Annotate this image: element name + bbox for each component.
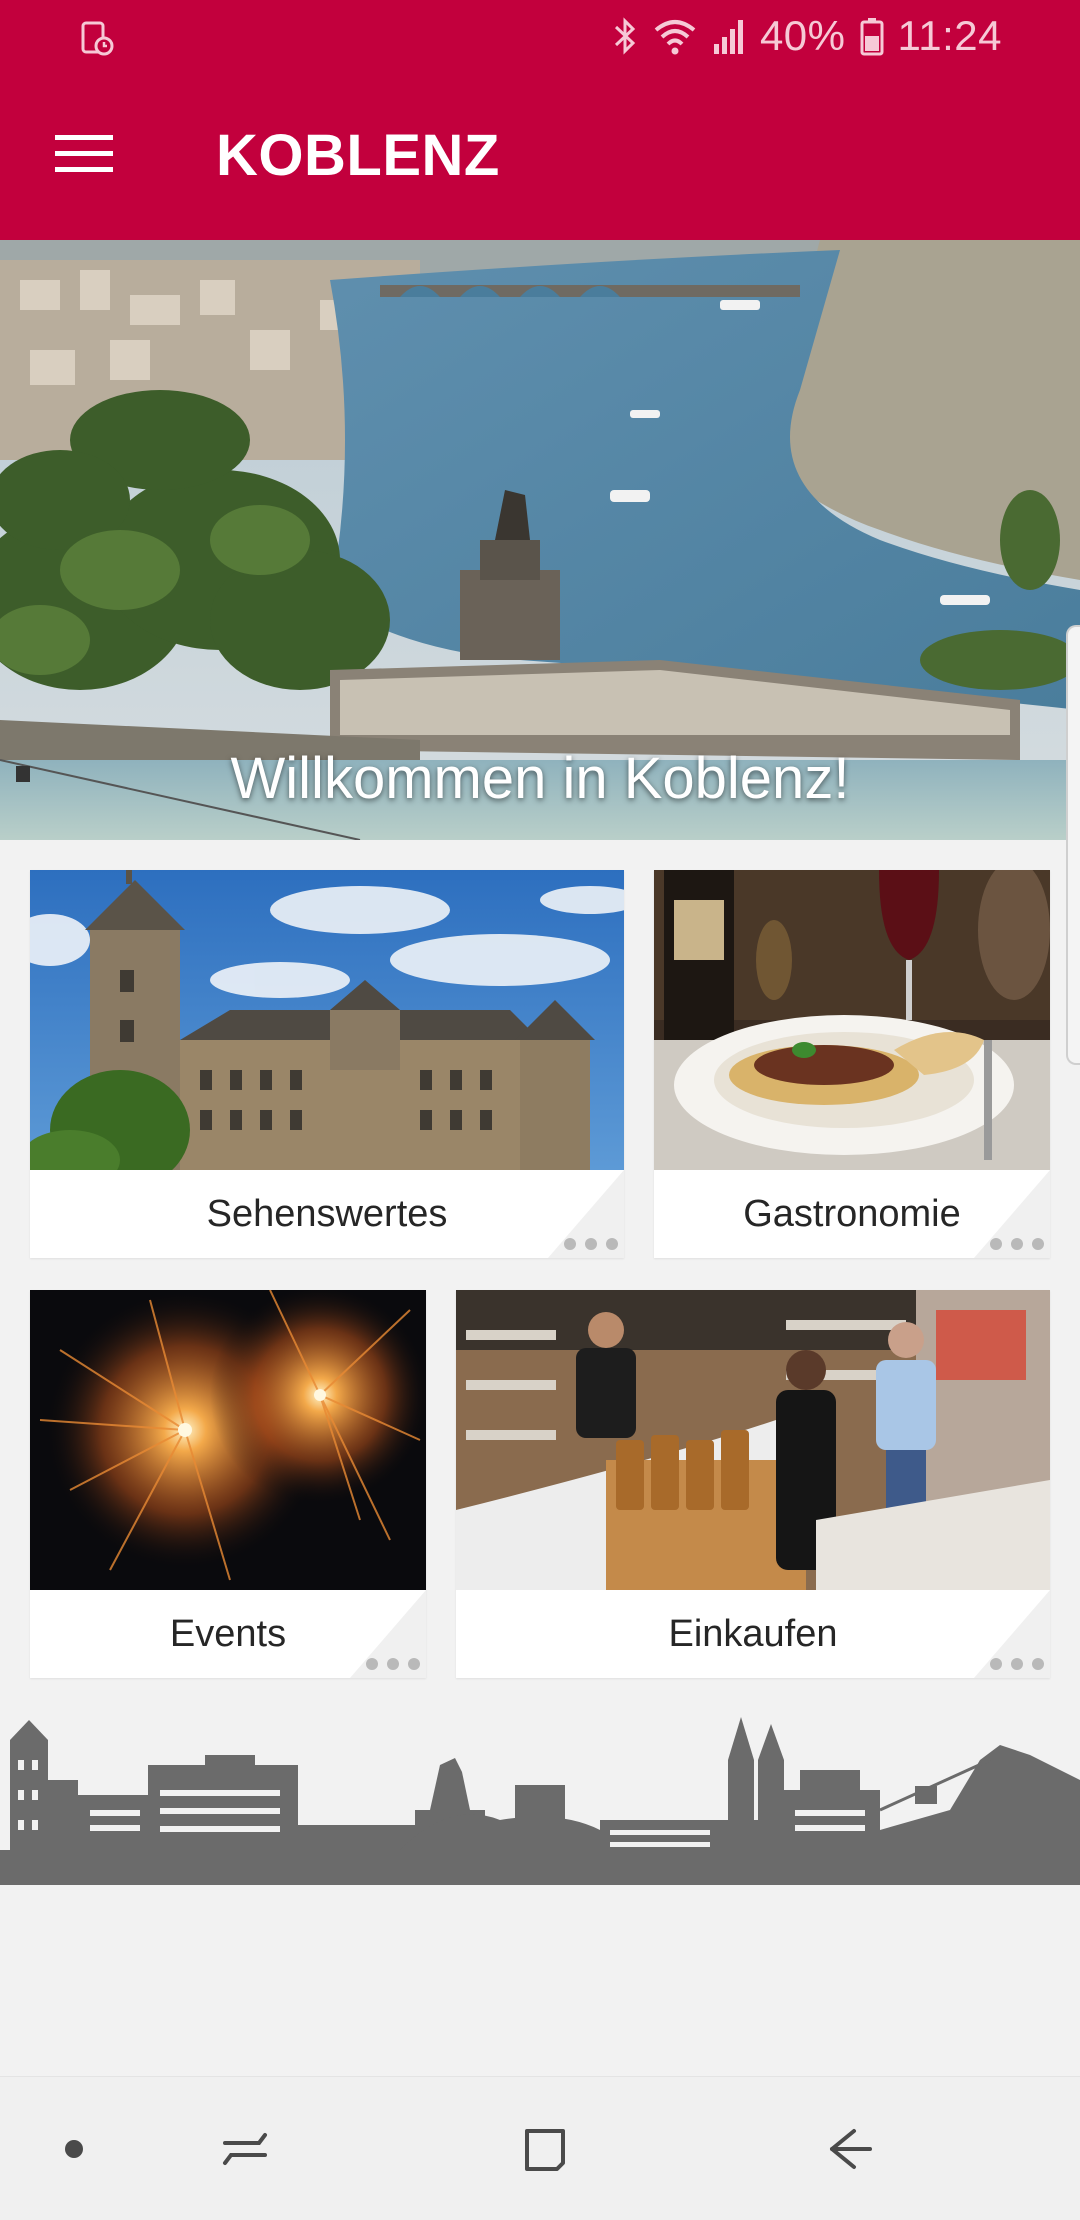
wifi-icon	[652, 16, 698, 56]
tile-label: Sehenswertes	[206, 1193, 448, 1235]
back-arrow-icon[interactable]	[800, 2077, 900, 2220]
more-dots-icon[interactable]	[366, 1658, 420, 1670]
tile-gastronomie[interactable]: Gastronomie	[654, 870, 1050, 1258]
overview-square-icon[interactable]	[500, 2077, 590, 2220]
koblenz-skyline-silhouette	[0, 1717, 1080, 1885]
tile-events[interactable]: Events	[30, 1290, 426, 1678]
hero-banner: Willkommen in Koblenz!	[0, 240, 1080, 840]
system-nav-bar	[0, 2076, 1080, 2220]
home-dot-icon[interactable]	[40, 2077, 108, 2220]
pasta-dish-photo	[654, 870, 1050, 1170]
tile-label: Einkaufen	[668, 1613, 838, 1655]
fireworks-photo	[30, 1290, 426, 1590]
battery-percent: 40%	[759, 12, 846, 59]
bluetooth-icon	[612, 16, 638, 56]
side-drawer-handle[interactable]	[1066, 625, 1080, 1065]
app-bar: KOBLENZ	[0, 72, 1080, 240]
castle-building-photo	[30, 870, 624, 1170]
status-bar: 40% 11:24	[0, 0, 1080, 72]
screen-record-icon	[78, 20, 114, 56]
tile-einkaufen[interactable]: Einkaufen	[456, 1290, 1050, 1678]
more-dots-icon[interactable]	[564, 1238, 618, 1250]
clock: 11:24	[897, 12, 1002, 59]
battery-icon	[860, 16, 884, 56]
bakery-shop-photo	[456, 1290, 1050, 1590]
hamburger-menu-icon[interactable]	[42, 112, 126, 196]
more-dots-icon[interactable]	[990, 1238, 1044, 1250]
signal-icon	[712, 16, 746, 56]
more-dots-icon[interactable]	[990, 1658, 1044, 1670]
page-title: KOBLENZ	[216, 123, 500, 188]
hero-caption: Willkommen in Koblenz!	[230, 746, 850, 811]
recent-apps-icon[interactable]	[200, 2077, 290, 2220]
tile-sehenswertes[interactable]: Sehenswertes	[30, 870, 624, 1258]
